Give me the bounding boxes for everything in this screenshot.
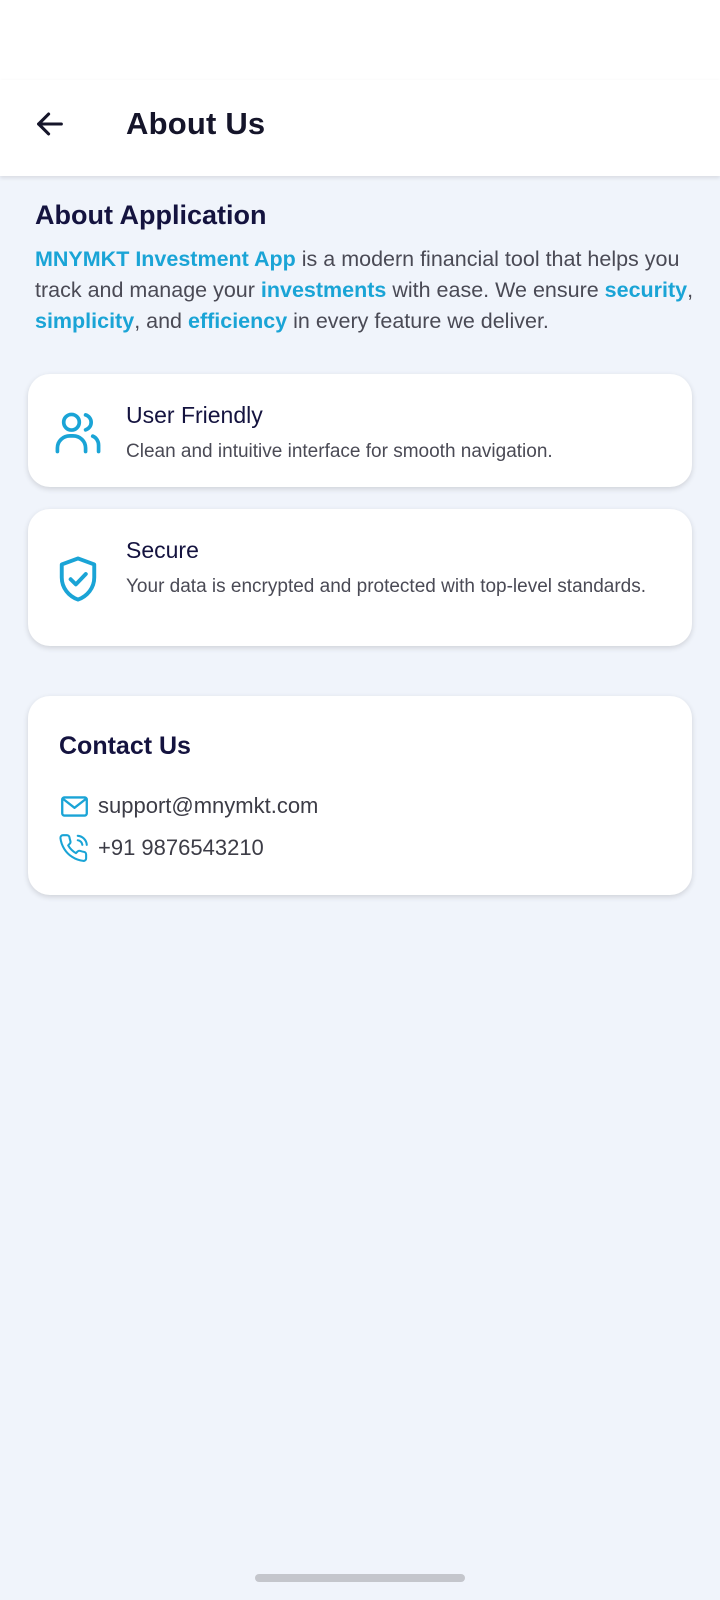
feature-title: Secure <box>126 537 199 563</box>
phone-icon <box>58 832 90 864</box>
about-text-segment: with ease. We ensure <box>386 278 605 302</box>
about-text-segment: security <box>604 278 688 302</box>
arrow-left-icon <box>37 112 63 136</box>
about-text-segment: , <box>687 278 694 302</box>
contact-phone[interactable]: +91 9876543210 <box>98 835 264 861</box>
feature-title: User Friendly <box>126 402 263 428</box>
contact-email[interactable]: support@mnymkt.com <box>98 793 318 819</box>
feature-description: Clean and intuitive interface for smooth… <box>126 441 553 462</box>
about-text-segment: in every feature we deliver. <box>287 309 549 333</box>
back-button[interactable] <box>28 102 72 146</box>
about-text-segment: investments <box>260 278 387 302</box>
about-text-segment: efficiency <box>187 309 288 333</box>
shield-check-icon <box>59 556 97 602</box>
feature-description: Your data is encrypted and protected wit… <box>126 576 647 597</box>
about-text-segment: , and <box>134 309 188 333</box>
page-title: About Us <box>126 106 266 141</box>
contact-title: Contact Us <box>59 732 191 760</box>
about-text-segment: simplicity <box>35 309 135 333</box>
status-bar <box>0 0 720 80</box>
feature-card-secure: Secure Your data is encrypted and protec… <box>28 509 692 646</box>
mail-icon <box>58 790 90 822</box>
about-text-segment: MNYMKT Investment App <box>35 247 296 271</box>
contact-card: Contact Us support@mnymkt.com +91 987654… <box>28 696 692 895</box>
home-indicator[interactable] <box>255 1574 465 1582</box>
contact-phone-row[interactable]: +91 9876543210 <box>58 832 264 864</box>
feature-card-user-friendly: User Friendly Clean and intuitive interf… <box>28 374 692 487</box>
app-bar: About Us <box>0 80 720 176</box>
about-heading: About Application <box>35 200 267 230</box>
about-paragraph: MNYMKT Investment App is a modern financ… <box>35 244 695 337</box>
contact-email-row[interactable]: support@mnymkt.com <box>58 790 318 822</box>
users-icon <box>55 412 101 454</box>
